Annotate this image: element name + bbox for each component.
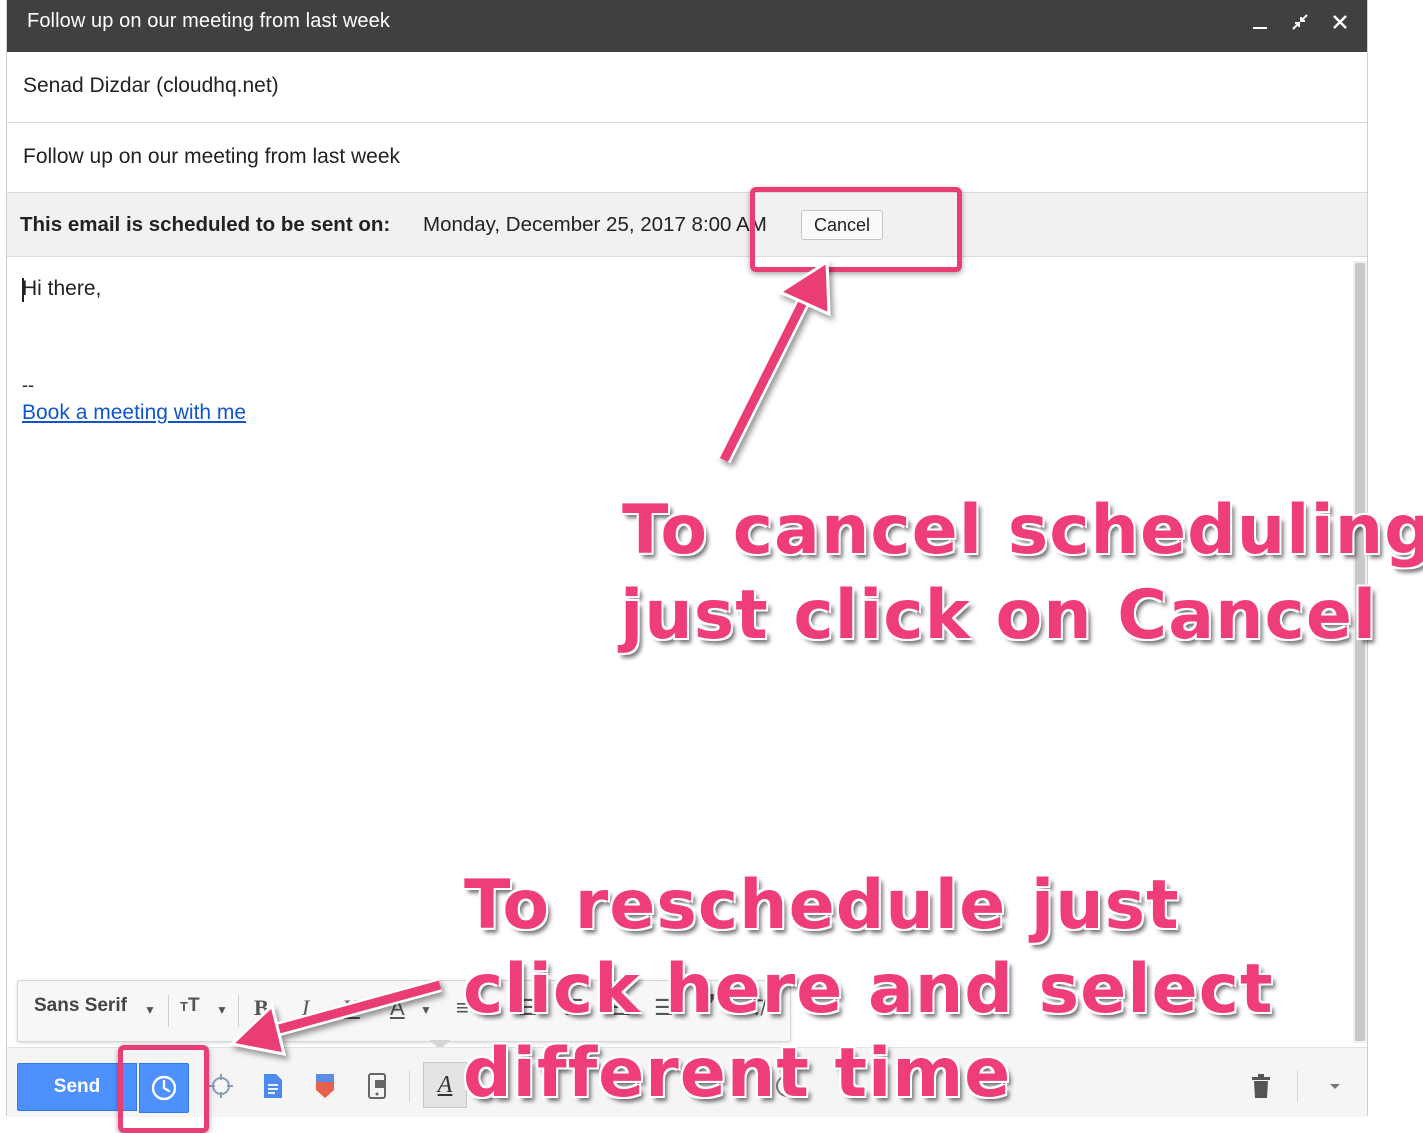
- cancel-annotation-line2: just click on Cancel: [620, 576, 1378, 655]
- cancel-arrow: [717, 259, 831, 464]
- schedule-arrow: [228, 978, 442, 1056]
- reschedule-annotation-line3: different time: [463, 1034, 1012, 1113]
- reschedule-annotation-line2: click here and select: [463, 950, 1274, 1029]
- cancel-annotation-line1: To cancel scheduling: [622, 491, 1423, 570]
- reschedule-annotation-line1: To reschedule just: [464, 866, 1180, 945]
